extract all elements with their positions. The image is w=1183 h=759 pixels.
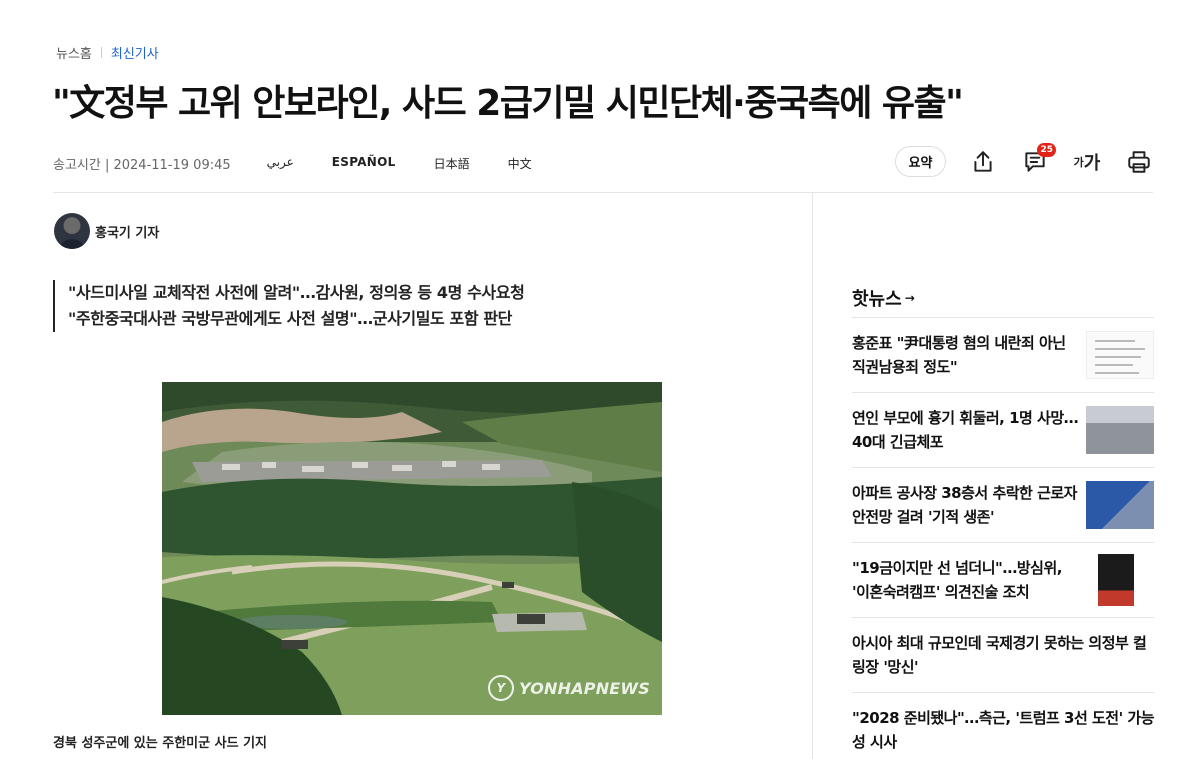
hot-news-title: 핫뉴스 <box>852 289 902 310</box>
font-size-icon[interactable]: 가가 <box>1072 147 1102 177</box>
hot-news-item-title: 아파트 공사장 38층서 추락한 근로자 안전망 걸려 '기적 생존' <box>852 484 1077 526</box>
article-meta: 송고시간 | 2024-11-19 09:45 عربي ESPAÑOL 日本語… <box>53 154 570 173</box>
breadcrumb-current-link[interactable]: 최신기사 <box>111 43 159 62</box>
subtitle-line: "사드미사일 교체작전 사전에 알려"…감사원, 정의용 등 4명 수사요청 <box>68 283 525 302</box>
summary-button[interactable]: 요약 <box>895 146 946 177</box>
hot-news-item[interactable]: "19금이지만 선 넘더니"…방심위, '이혼숙려캠프' 의견진술 조치 <box>852 542 1154 617</box>
hot-news-item[interactable]: 홍준표 "尹대통령 혐의 내란죄 아닌 직권남용죄 정도" <box>852 317 1154 392</box>
font-size-small-glyph: 가 <box>1073 155 1084 169</box>
breadcrumb: 뉴스홈 최신기사 <box>56 43 159 62</box>
hot-news-list: 홍준표 "尹대통령 혐의 내란죄 아닌 직권남용죄 정도" 연인 부모에 흉기 … <box>852 317 1155 759</box>
author-name: 홍국기 기자 <box>95 225 160 241</box>
lang-spanish-link[interactable]: ESPAÑOL <box>332 155 396 172</box>
comment-count-badge: 25 <box>1037 142 1056 157</box>
yonhap-logo-icon: Y <box>488 675 514 701</box>
hot-news-item[interactable]: 아시아 최대 규모인데 국제경기 못하는 의정부 컬링장 '망신' <box>852 617 1154 692</box>
hot-news-item-title: 홍준표 "尹대통령 혐의 내란죄 아닌 직권남용죄 정도" <box>852 334 1066 376</box>
hot-news-thumbnail <box>1098 554 1134 606</box>
hot-news-item[interactable]: 연인 부모에 흉기 휘둘러, 1명 사망…40대 긴급체포 <box>852 392 1154 467</box>
language-links: عربي ESPAÑOL 日本語 中文 <box>267 155 570 172</box>
hot-news-item[interactable]: 아파트 공사장 38층서 추락한 근로자 안전망 걸려 '기적 생존' <box>852 467 1154 542</box>
lang-japanese-link[interactable]: 日本語 <box>434 155 470 172</box>
print-icon[interactable] <box>1124 147 1154 177</box>
breadcrumb-divider <box>100 47 102 58</box>
subtitle-line: "주한중국대사관 국방무관에게도 사전 설명"…군사기밀도 포함 판단 <box>68 309 512 328</box>
article-subtitles: "사드미사일 교체작전 사전에 알려"…감사원, 정의용 등 4명 수사요청 "… <box>53 280 525 332</box>
hot-news-title-link[interactable]: 핫뉴스 → <box>852 285 915 311</box>
hot-news-item[interactable]: "2028 준비됐나"…측근, '트럼프 3선 도전' 가능성 시사 <box>852 692 1155 759</box>
hot-news-item-title: 아시아 최대 규모인데 국제경기 못하는 의정부 컬링장 '망신' <box>852 634 1147 676</box>
photo-watermark: Y YONHAPNEWS <box>488 675 650 701</box>
hot-news-item-title: 연인 부모에 흉기 휘둘러, 1명 사망…40대 긴급체포 <box>852 409 1079 451</box>
photo-caption: 경북 성주군에 있는 주한미군 사드 기지 <box>53 736 267 751</box>
font-size-big-glyph: 가 <box>1083 152 1101 174</box>
hot-news-thumbnail <box>1086 406 1154 454</box>
lang-arabic-link[interactable]: عربي <box>267 155 294 172</box>
column-divider <box>812 193 813 759</box>
sent-time: 송고시간 | 2024-11-19 09:45 <box>53 158 231 173</box>
article-headline: "文정부 고위 안보라인, 사드 2급기밀 시민단체·중국측에 유출" <box>52 83 964 124</box>
hot-news-item-title: "19금이지만 선 넘더니"…방심위, '이혼숙려캠프' 의견진술 조치 <box>852 559 1062 601</box>
lang-chinese-link[interactable]: 中文 <box>508 155 532 172</box>
author-avatar <box>54 213 90 249</box>
hot-news-thumbnail <box>1086 481 1154 529</box>
header-divider <box>53 192 1153 193</box>
author-byline[interactable]: 홍국기 기자 <box>54 213 159 249</box>
share-icon[interactable] <box>968 147 998 177</box>
hot-news-item-title: "2028 준비됐나"…측근, '트럼프 3선 도전' 가능성 시사 <box>852 709 1155 751</box>
breadcrumb-home-link[interactable]: 뉴스홈 <box>56 43 92 62</box>
watermark-text: YONHAPNEWS <box>519 678 650 698</box>
hot-news-thumbnail <box>1086 331 1154 379</box>
article-tools: 요약 25 가가 <box>895 142 1154 177</box>
comment-icon[interactable]: 25 <box>1020 142 1056 177</box>
article-photo[interactable]: Y YONHAPNEWS <box>162 382 662 715</box>
arrow-right-icon: → <box>904 291 915 305</box>
